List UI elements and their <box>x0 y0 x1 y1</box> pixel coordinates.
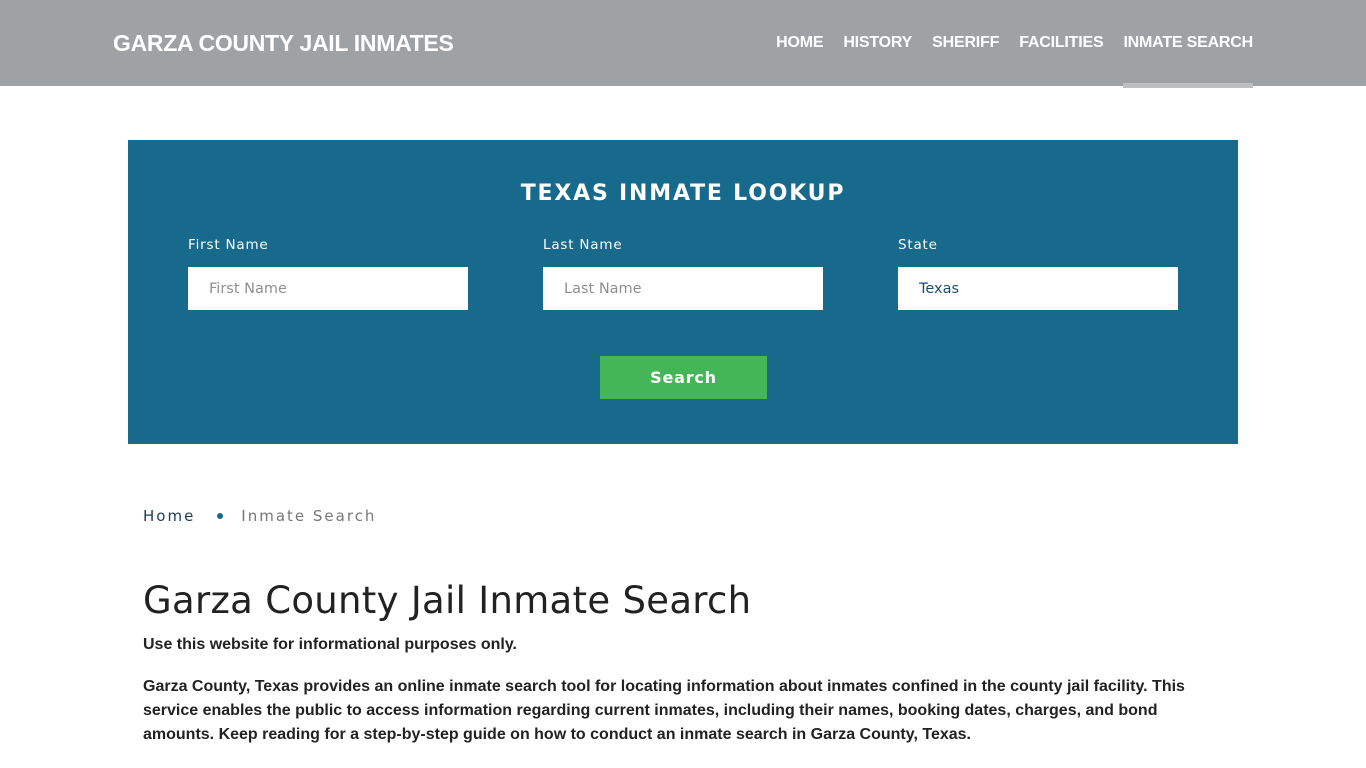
breadcrumb-separator-icon <box>217 513 224 519</box>
intro-paragraph: Garza County, Texas provides an online i… <box>143 678 1185 743</box>
state-group: State <box>898 237 1178 310</box>
last-name-input[interactable] <box>543 267 823 310</box>
nav-home[interactable]: HOME <box>776 34 823 52</box>
breadcrumb-current: Inmate Search <box>241 507 377 525</box>
first-name-group: First Name <box>188 237 468 310</box>
first-name-input[interactable] <box>188 267 468 310</box>
state-input[interactable] <box>898 267 1178 310</box>
search-button[interactable]: Search <box>600 356 767 399</box>
disclaimer-text: Use this website for informational purpo… <box>143 636 517 653</box>
last-name-group: Last Name <box>543 237 823 310</box>
last-name-label: Last Name <box>543 237 623 253</box>
site-brand-link[interactable]: GARZA COUNTY JAIL INMATES <box>113 30 454 57</box>
inmate-lookup-form: TEXAS INMATE LOOKUP First Name Last Name… <box>128 140 1238 444</box>
first-name-label: First Name <box>188 237 269 253</box>
nav-inmate-search[interactable]: INMATE SEARCH <box>1123 34 1253 88</box>
breadcrumb: Home Inmate Search <box>143 507 376 525</box>
lookup-title: TEXAS INMATE LOOKUP <box>520 181 846 206</box>
main-nav: HOME HISTORY SHERIFF FACILITIES INMATE S… <box>756 34 1253 88</box>
page-title: Garza County Jail Inmate Search <box>143 579 752 622</box>
nav-sheriff[interactable]: SHERIFF <box>932 34 999 52</box>
breadcrumb-home[interactable]: Home <box>143 507 195 525</box>
nav-facilities[interactable]: FACILITIES <box>1019 34 1103 52</box>
state-label: State <box>898 237 938 253</box>
nav-history[interactable]: HISTORY <box>843 34 912 52</box>
site-header: GARZA COUNTY JAIL INMATES HOME HISTORY S… <box>0 0 1366 88</box>
